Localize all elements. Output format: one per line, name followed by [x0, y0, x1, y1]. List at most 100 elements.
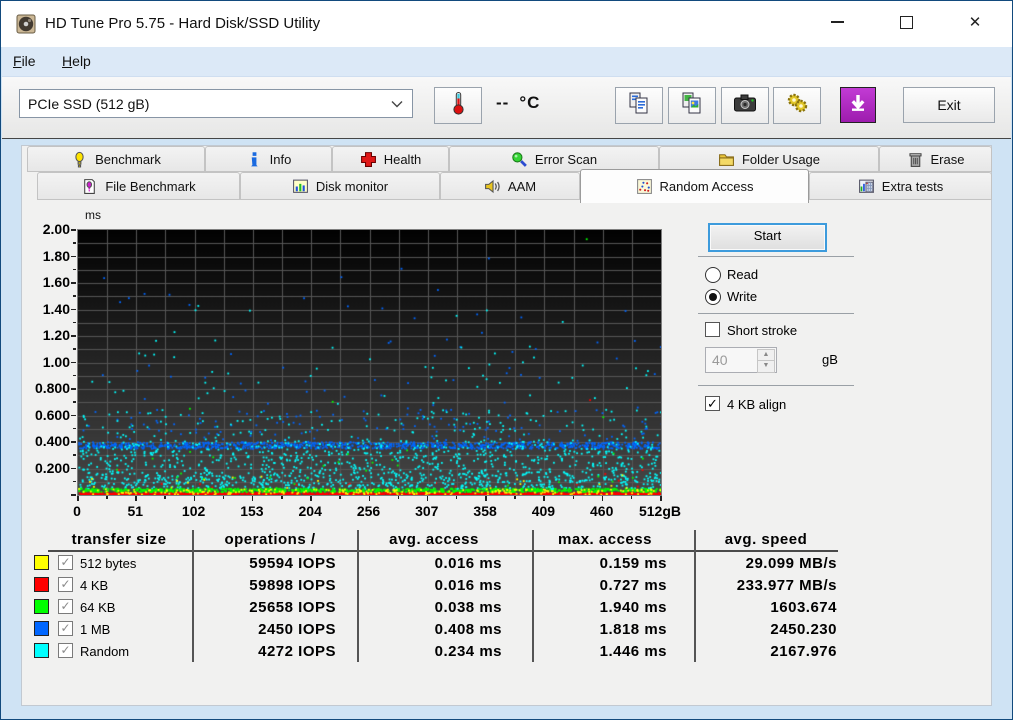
maximize-button[interactable]: [883, 3, 929, 41]
short-stroke-checkbox[interactable]: [705, 322, 720, 337]
xtick-label: 307: [397, 503, 457, 519]
operations-value: 4272 IOPS: [190, 643, 336, 660]
error-scan-icon: [511, 151, 528, 168]
short-stroke-label: Short stroke: [727, 323, 797, 338]
tab-benchmark[interactable]: Benchmark: [27, 146, 205, 172]
series-checkbox[interactable]: ✓: [58, 555, 73, 570]
extra-tests-icon: [858, 178, 875, 195]
series-checkbox[interactable]: ✓: [58, 577, 73, 592]
tab-file-benchmark[interactable]: File Benchmark: [37, 172, 240, 200]
ytick-label: 2.00: [22, 221, 70, 237]
header-underline: [48, 550, 838, 552]
bulb-icon: [71, 151, 88, 168]
device-select[interactable]: PCIe SSD (512 gB): [19, 89, 413, 118]
read-radio[interactable]: [705, 267, 721, 283]
tab-erase[interactable]: Erase: [879, 146, 992, 172]
max-access-value: 1.446 ms: [527, 643, 667, 660]
window-title: HD Tune Pro 5.75 - Hard Disk/SSD Utility: [45, 1, 320, 47]
capacity-value: 40: [712, 352, 728, 368]
ytick-label: 0.800: [22, 380, 70, 396]
tab-label: Erase: [931, 152, 965, 167]
max-access-value: 0.727 ms: [527, 577, 667, 594]
y-tickmark: [71, 282, 76, 284]
disk-monitor-icon: [292, 178, 309, 195]
copy-text-button[interactable]: [615, 87, 663, 124]
menu-item-help[interactable]: Help: [51, 47, 102, 76]
tab-disk-monitor[interactable]: Disk monitor: [240, 172, 440, 200]
maximize-icon: [900, 16, 913, 29]
chevron-down-icon: [391, 100, 412, 108]
spin-down-button[interactable]: ▼: [757, 360, 775, 373]
y-tickmark: [73, 481, 76, 483]
y-tickmark: [73, 454, 76, 456]
screenshot-button[interactable]: [721, 87, 769, 124]
x-tickmark: [369, 496, 371, 501]
aam-icon: [484, 178, 501, 195]
close-button[interactable]: ✕: [952, 3, 998, 41]
series-label: 512 bytes: [80, 556, 136, 571]
series-checkbox[interactable]: ✓: [58, 621, 73, 636]
save-results-button[interactable]: [840, 87, 876, 123]
ytick-label: 1.60: [22, 274, 70, 290]
tab-label: Random Access: [660, 179, 754, 194]
series-checkbox[interactable]: ✓: [58, 643, 73, 658]
file-benchmark-icon: [81, 178, 98, 195]
x-tickmark: [660, 496, 662, 501]
menu-item-file[interactable]: File: [2, 47, 47, 76]
copy-text-icon: [626, 90, 652, 121]
tab-label: Extra tests: [882, 179, 943, 194]
options-button[interactable]: [773, 87, 821, 124]
x-tickmark: [77, 496, 79, 501]
series-label: 4 KB: [80, 578, 108, 593]
capacity-spinner[interactable]: 40 ▲ ▼: [705, 347, 777, 373]
copy-image-button[interactable]: [668, 87, 716, 124]
separator: [698, 385, 854, 386]
tab-label: Benchmark: [95, 152, 161, 167]
ytick-label: 1.40: [22, 301, 70, 317]
write-radio[interactable]: [705, 289, 721, 305]
tab-info[interactable]: Info: [205, 146, 332, 172]
xtick-label: 460: [572, 503, 632, 519]
avg-speed-value: 2450.230: [684, 621, 837, 638]
ytick-label: 1.20: [22, 327, 70, 343]
series-label: 64 KB: [80, 600, 115, 615]
y-tickmark: [71, 388, 76, 390]
temperature-button[interactable]: [434, 87, 482, 124]
y-axis-unit: ms: [85, 208, 101, 222]
avg-access-value: 0.016 ms: [362, 577, 502, 594]
title-bar: HD Tune Pro 5.75 - Hard Disk/SSD Utility…: [1, 1, 1012, 47]
temperature-unit: °C: [519, 93, 540, 112]
y-tickmark: [73, 375, 76, 377]
tab-health[interactable]: Health: [332, 146, 449, 172]
erase-icon: [907, 151, 924, 168]
x-tickmark: [427, 496, 429, 501]
ytick-label: 0.600: [22, 407, 70, 423]
x-tickmark: [339, 496, 341, 499]
y-tickmark: [71, 256, 76, 258]
kb-align-checkbox[interactable]: ✓: [705, 396, 720, 411]
exit-button[interactable]: Exit: [903, 87, 995, 123]
col-header-operations: operations /: [200, 531, 340, 548]
y-tickmark: [73, 242, 76, 244]
temperature-display: --°C: [496, 93, 540, 113]
tab-aam[interactable]: AAM: [440, 172, 580, 200]
read-label: Read: [727, 267, 758, 282]
x-tickmark: [135, 496, 137, 501]
health-icon: [360, 151, 377, 168]
tab-random-access[interactable]: Random Access: [580, 169, 809, 203]
close-icon: ✕: [969, 13, 982, 31]
start-button[interactable]: Start: [708, 223, 827, 252]
y-tickmark: [71, 362, 76, 364]
operations-value: 59594 IOPS: [190, 555, 336, 572]
series-color-swatch: [34, 643, 49, 658]
xtick-label: 153: [222, 503, 282, 519]
series-color-swatch: [34, 599, 49, 614]
app-disk-icon: [16, 14, 36, 34]
thermometer-icon: [446, 90, 470, 121]
series-checkbox[interactable]: ✓: [58, 599, 73, 614]
minimize-button[interactable]: [814, 3, 860, 41]
x-tickmark: [485, 496, 487, 501]
column-divider: [357, 530, 359, 662]
tab-extra-tests[interactable]: Extra tests: [809, 172, 992, 200]
x-tickmark: [602, 496, 604, 501]
